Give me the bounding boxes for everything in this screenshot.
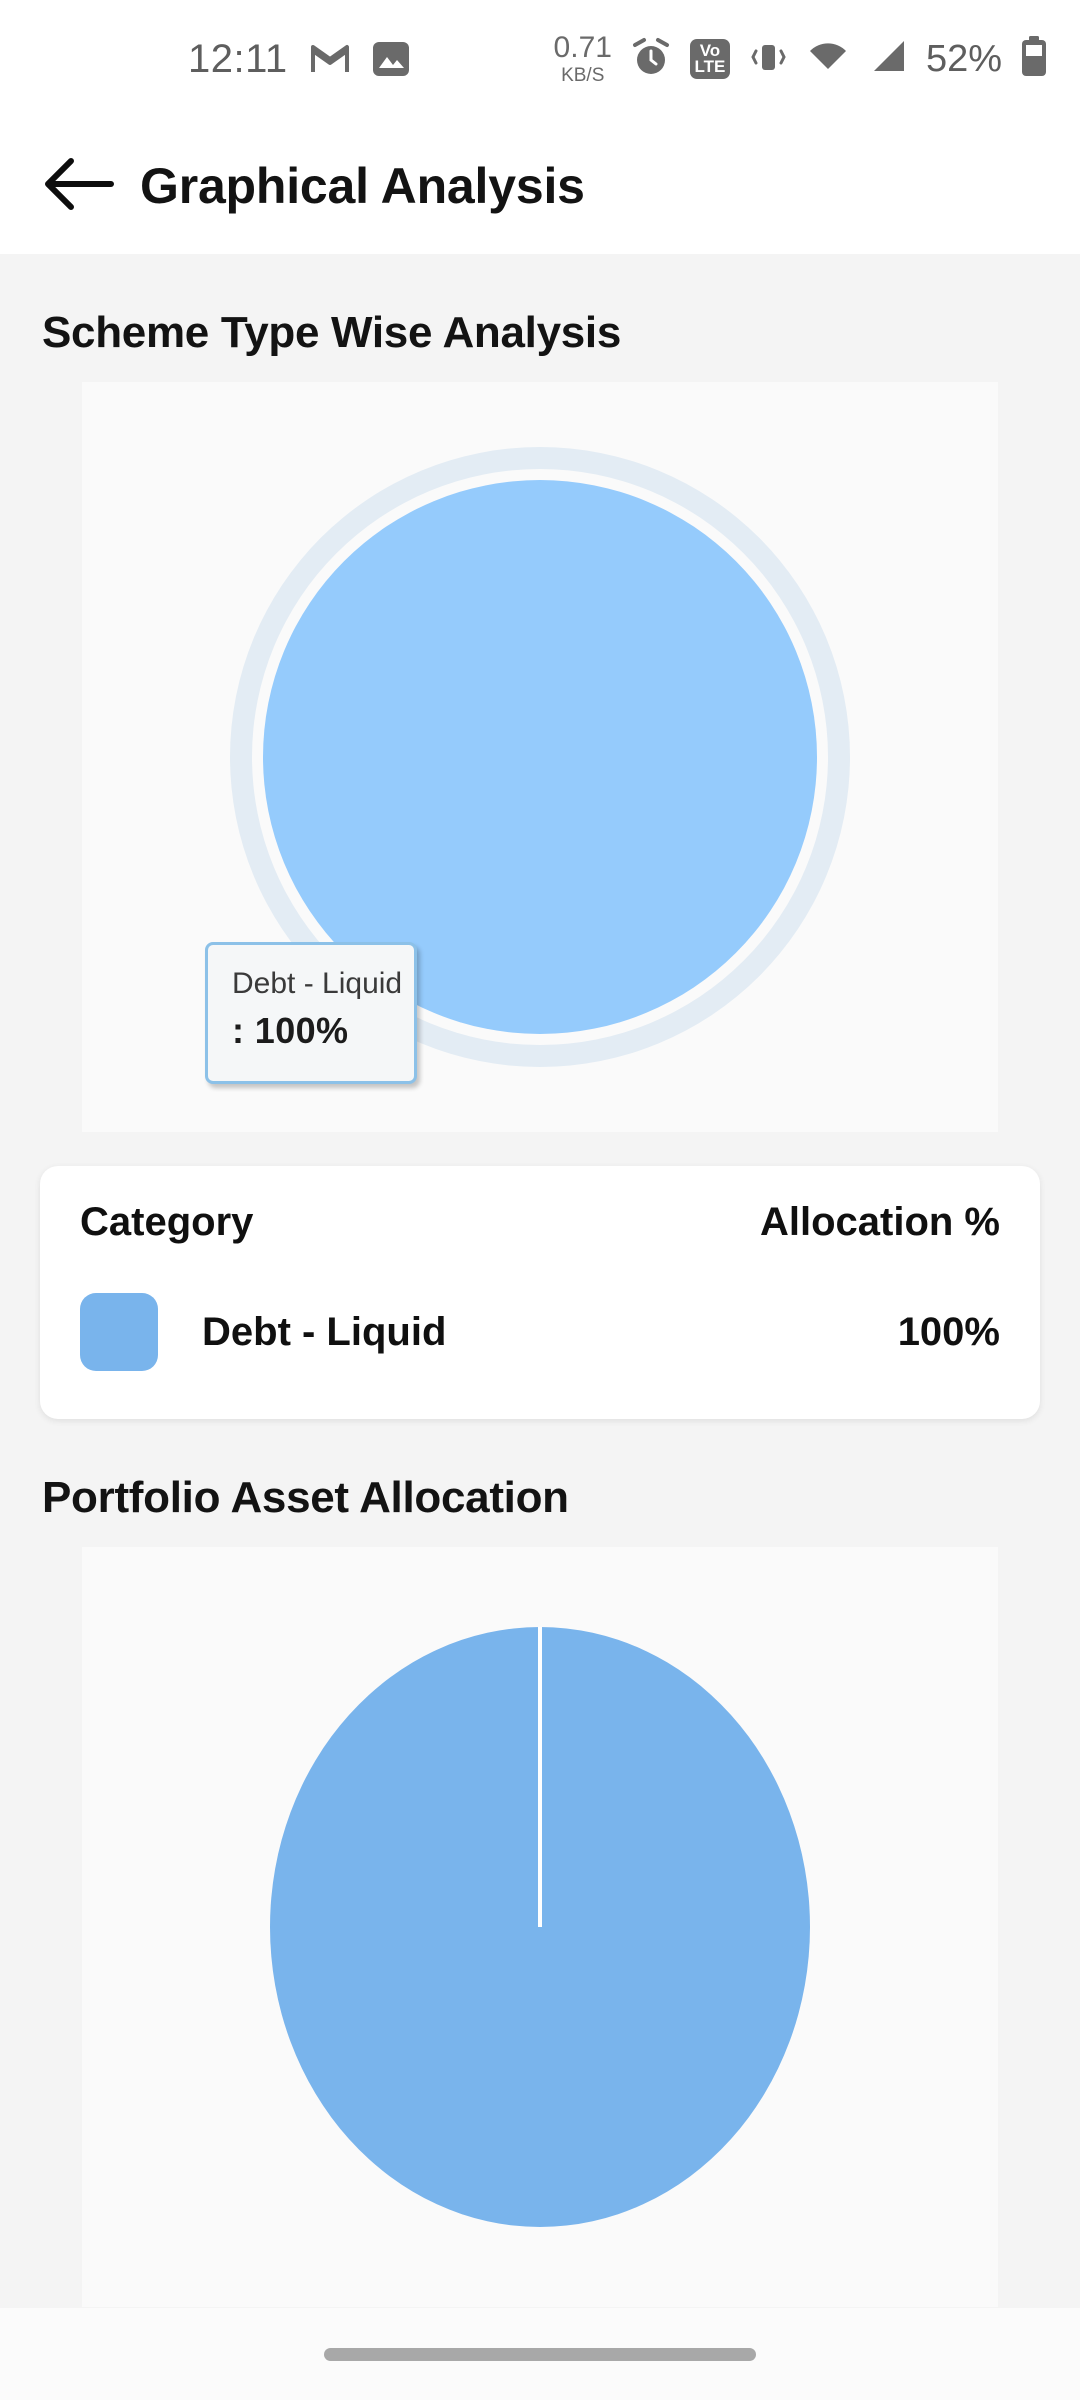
page-title: Graphical Analysis bbox=[140, 158, 585, 214]
system-navigation-bar bbox=[0, 2308, 1080, 2400]
scroll-content[interactable]: Scheme Type Wise Analysis Debt - Liquid … bbox=[0, 254, 1080, 2400]
network-speed-unit: KB/S bbox=[561, 65, 605, 86]
chart-tooltip: Debt - Liquid : 100% bbox=[205, 942, 417, 1084]
portfolio-section-title: Portfolio Asset Allocation bbox=[42, 1473, 569, 1522]
status-bar: 12:11 0.71 KB/S Vo LTE 52% bbox=[0, 0, 1080, 118]
status-time: 12:11 bbox=[188, 36, 288, 81]
volte-line2: LTE bbox=[694, 57, 726, 76]
legend-row-label: Debt - Liquid bbox=[202, 1309, 447, 1354]
legend-color-swatch bbox=[80, 1293, 158, 1371]
network-speed-value: 0.71 bbox=[553, 31, 612, 64]
scheme-type-chart-panel[interactable]: Debt - Liquid : 100% bbox=[82, 382, 998, 1132]
back-arrow-icon bbox=[41, 155, 115, 218]
portfolio-chart-panel[interactable] bbox=[82, 1547, 998, 2307]
battery-percent-label: 52% bbox=[925, 37, 1002, 80]
home-indicator[interactable] bbox=[324, 2347, 756, 2361]
allocation-legend-card: Category Allocation % Debt - Liquid 100% bbox=[40, 1166, 1040, 1419]
cellular-signal-icon bbox=[868, 39, 908, 80]
legend-row-value: 100% bbox=[897, 1309, 1000, 1354]
pie-slice-divider bbox=[538, 1627, 542, 1927]
status-bar-left: 12:11 bbox=[0, 37, 410, 82]
legend-header-row: Category Allocation % bbox=[80, 1200, 1000, 1245]
table-row[interactable]: Debt - Liquid 100% bbox=[80, 1293, 1000, 1371]
portfolio-pie-chart[interactable] bbox=[270, 1627, 810, 2227]
scheme-section-title: Scheme Type Wise Analysis bbox=[42, 308, 622, 357]
app-bar: Graphical Analysis bbox=[0, 118, 1080, 254]
volte-icon: Vo LTE bbox=[689, 39, 730, 79]
status-bar-right: 0.71 KB/S Vo LTE 52% bbox=[554, 33, 1080, 85]
tooltip-value: : 100% bbox=[232, 1009, 349, 1051]
back-button[interactable] bbox=[22, 130, 134, 242]
tooltip-label: Debt - Liquid bbox=[232, 967, 403, 1000]
legend-header-allocation: Allocation % bbox=[759, 1200, 1000, 1244]
phone-screen: 12:11 0.71 KB/S Vo LTE 52% Graphical Ana… bbox=[0, 0, 1080, 2400]
battery-icon bbox=[1020, 35, 1048, 83]
gmail-icon bbox=[310, 43, 350, 75]
photo-icon bbox=[372, 40, 410, 78]
vibrate-icon bbox=[748, 37, 788, 82]
wifi-icon bbox=[806, 39, 850, 80]
alarm-clock-icon bbox=[630, 36, 672, 83]
legend-header-category: Category bbox=[80, 1200, 254, 1244]
network-speed-indicator: 0.71 KB/S bbox=[553, 31, 612, 86]
